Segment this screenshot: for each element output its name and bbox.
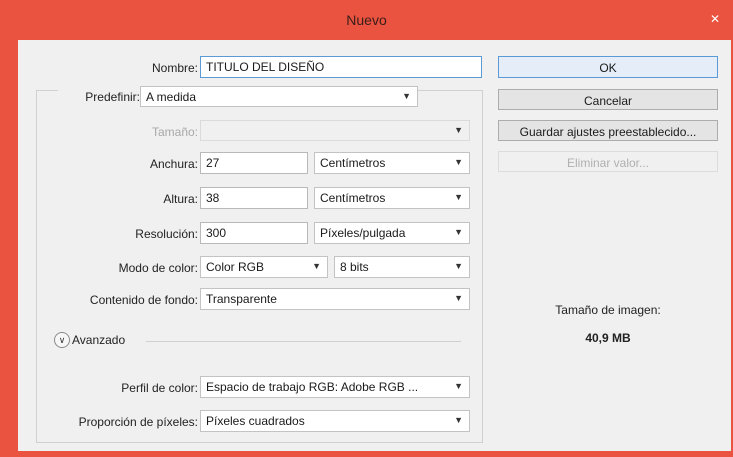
anchura-label: Anchura: <box>149 157 198 171</box>
perfil-color-value: Espacio de trabajo RGB: Adobe RGB ... <box>206 380 419 394</box>
anchura-unit-value: Centímetros <box>320 156 386 170</box>
cancel-button[interactable]: Cancelar <box>498 89 718 110</box>
predefinir-label: Predefinir: <box>58 90 142 104</box>
contenido-fondo-label: Contenido de fondo: <box>89 293 198 307</box>
chevron-down-icon: ▼ <box>454 293 463 303</box>
altura-input[interactable]: 38 <box>200 187 308 209</box>
proporcion-pixeles-label: Proporción de píxeles: <box>78 415 198 429</box>
altura-unit-value: Centímetros <box>320 191 386 205</box>
new-document-dialog: Nuevo ✕ Nombre: TITULO DEL DISEÑO Predef… <box>0 0 733 457</box>
bits-value: 8 bits <box>340 260 369 274</box>
chevron-down-icon: ▼ <box>454 157 463 167</box>
perfil-color-label: Perfil de color: <box>121 381 198 395</box>
proporcion-pixeles-select[interactable]: Píxeles cuadrados ▼ <box>200 410 470 432</box>
dialog-body: Nombre: TITULO DEL DISEÑO Predefinir: A … <box>18 40 731 451</box>
chevron-down-icon: ▼ <box>454 381 463 391</box>
modo-color-select[interactable]: Color RGB ▼ <box>200 256 328 278</box>
resolucion-input[interactable]: 300 <box>200 222 308 244</box>
chevron-down-icon: ▼ <box>454 125 463 135</box>
nombre-input[interactable]: TITULO DEL DISEÑO <box>200 56 482 78</box>
image-size-label: Tamaño de imagen: <box>555 303 661 317</box>
anchura-unit-select[interactable]: Centímetros ▼ <box>314 152 470 174</box>
chevron-down-icon: ▼ <box>402 91 411 101</box>
resolucion-unit-value: Píxeles/pulgada <box>320 226 406 240</box>
resolucion-unit-select[interactable]: Píxeles/pulgada ▼ <box>314 222 470 244</box>
chevron-down-icon: ▼ <box>312 261 321 271</box>
altura-label: Altura: <box>163 192 198 206</box>
save-preset-button[interactable]: Guardar ajustes preestablecido... <box>498 120 718 141</box>
chevron-down-icon: ▼ <box>454 192 463 202</box>
contenido-fondo-select[interactable]: Transparente ▼ <box>200 288 470 310</box>
title-bar[interactable]: Nuevo ✕ <box>0 0 733 40</box>
nombre-label: Nombre: <box>151 61 198 75</box>
proporcion-pixeles-value: Píxeles cuadrados <box>206 414 305 428</box>
predefinir-select[interactable]: A medida ▼ <box>140 86 418 107</box>
altura-unit-select[interactable]: Centímetros ▼ <box>314 187 470 209</box>
chevron-down-icon: ▼ <box>454 227 463 237</box>
chevron-down-icon: ▼ <box>454 261 463 271</box>
expand-advanced-icon[interactable]: ∨ <box>54 332 70 348</box>
predefinir-value: A medida <box>146 90 197 104</box>
tamano-select[interactable]: ▼ <box>200 120 470 141</box>
modo-color-label: Modo de color: <box>118 261 198 275</box>
avanzado-label: Avanzado <box>72 333 126 347</box>
close-icon[interactable]: ✕ <box>705 10 725 28</box>
anchura-input[interactable]: 27 <box>200 152 308 174</box>
image-size-value: 40,9 MB <box>585 331 631 345</box>
tamano-label: Tamaño: <box>151 125 198 139</box>
modo-color-value: Color RGB <box>206 260 265 274</box>
resolucion-label: Resolución: <box>135 227 198 241</box>
dialog-title: Nuevo <box>346 12 387 28</box>
advanced-divider <box>146 341 461 342</box>
chevron-down-icon: ▼ <box>454 415 463 425</box>
contenido-fondo-value: Transparente <box>206 292 277 306</box>
perfil-color-select[interactable]: Espacio de trabajo RGB: Adobe RGB ... ▼ <box>200 376 470 398</box>
delete-preset-button[interactable]: Eliminar valor... <box>498 151 718 172</box>
ok-button[interactable]: OK <box>498 56 718 78</box>
bits-select[interactable]: 8 bits ▼ <box>334 256 470 278</box>
